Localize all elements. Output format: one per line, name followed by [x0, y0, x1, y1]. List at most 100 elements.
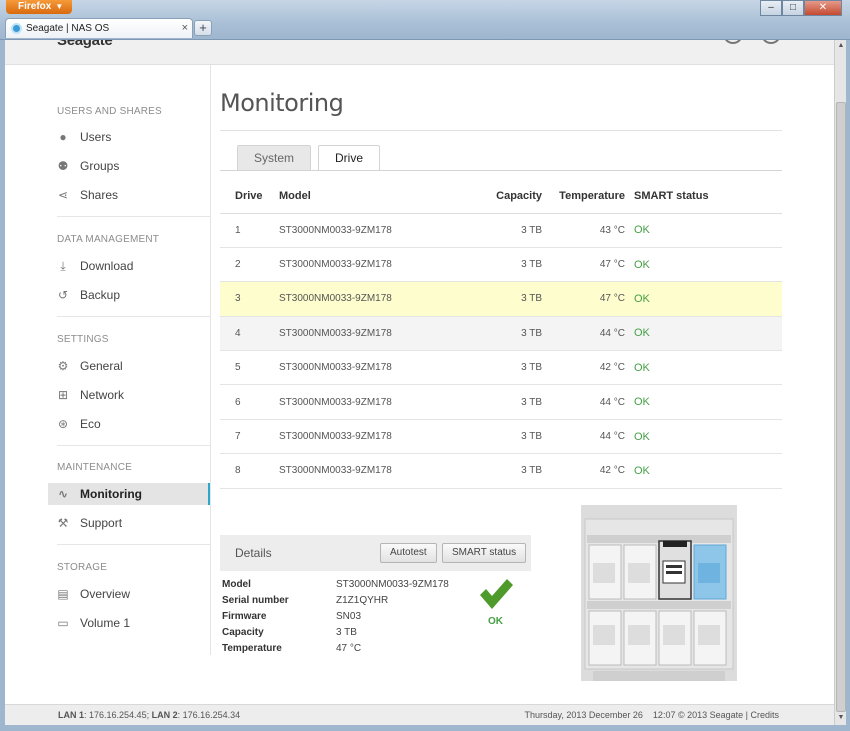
column-header-model[interactable]: Model [279, 180, 479, 214]
table-row[interactable]: 1 ST3000NM0033-9ZM178 3 TB 43 °C OK [220, 213, 782, 248]
detail-label-model: Model [222, 579, 251, 590]
volume-icon: ▭ [57, 616, 69, 630]
notifications-icon[interactable] [723, 40, 743, 44]
table-row[interactable]: 6 ST3000NM0033-9ZM178 3 TB 44 °C OK [220, 384, 782, 420]
sidebar-item-label: Shares [80, 188, 119, 202]
detail-value-model: ST3000NM0033-9ZM178 [336, 579, 449, 590]
footer-copyright[interactable]: © 2013 Seagate | Credits [678, 710, 779, 720]
table-row[interactable]: 2 ST3000NM0033-9ZM178 3 TB 47 °C OK [220, 247, 782, 283]
user-icon: ● [59, 130, 67, 144]
scrollbar-thumb[interactable] [836, 102, 846, 712]
cell-smart-status: OK [625, 213, 782, 248]
sidebar-item-label: General [80, 359, 123, 373]
sidebar-item-groups[interactable]: ⚉ Groups [48, 155, 210, 177]
cell-model: ST3000NM0033-9ZM178 [279, 350, 479, 386]
table-row[interactable]: 5 ST3000NM0033-9ZM178 3 TB 42 °C OK [220, 350, 782, 386]
cell-smart-status: OK [625, 384, 782, 420]
sidebar-item-volume-1[interactable]: ▭ Volume 1 [48, 612, 210, 634]
lan-info: LAN 1: 176.16.254.45; LAN 2: 176.16.254.… [58, 705, 240, 725]
sidebar-item-label: Monitoring [80, 487, 142, 501]
cell-temperature: 44 °C [542, 419, 625, 455]
table-row[interactable]: 7 ST3000NM0033-9ZM178 3 TB 44 °C OK [220, 419, 782, 455]
cell-drive: 4 [220, 316, 279, 352]
scroll-down-icon[interactable]: ▼ [836, 712, 846, 724]
new-tab-button[interactable]: + [194, 20, 212, 36]
minimize-button[interactable]: – [760, 0, 782, 16]
cell-smart-status: OK [625, 419, 782, 455]
sidebar-item-download[interactable]: ⤓ Download [48, 255, 210, 277]
firefox-menu-button[interactable]: Firefox ▼ [6, 0, 72, 14]
cell-drive: 5 [220, 350, 279, 386]
cell-smart-status: OK [625, 247, 782, 283]
backup-icon: ↺ [57, 288, 69, 302]
chevron-down-icon: ▼ [55, 2, 64, 11]
bay-drive-7 [658, 610, 692, 666]
cell-capacity: 3 TB [479, 247, 542, 283]
gear-icon: ⚙ [57, 359, 69, 373]
sidebar-item-label: Network [80, 388, 125, 402]
scroll-up-icon[interactable]: ▲ [836, 40, 846, 52]
sidebar-item-monitoring[interactable]: ∿ Monitoring [48, 483, 210, 505]
sidebar-section-users-and-shares: USERS AND SHARES [57, 106, 162, 117]
cell-drive: 7 [220, 419, 279, 455]
firefox-menu-label: Firefox [18, 1, 52, 12]
app-header: Seagate [5, 40, 834, 64]
cell-capacity: 3 TB [479, 316, 542, 352]
tabs-divider [220, 170, 782, 171]
sidebar-item-support[interactable]: ⚒ Support [48, 512, 210, 534]
detail-label-firmware: Firmware [222, 611, 267, 622]
bay-drive-5 [588, 610, 622, 666]
sidebar-item-backup[interactable]: ↺ Backup [48, 284, 210, 306]
detail-value-serial-number: Z1Z1QYHR [336, 595, 389, 606]
lan2-label: LAN 2 [151, 710, 178, 720]
page-viewport: Seagate USERS AND SHARES ● Users ⚉ Groups … [5, 40, 834, 725]
network-icon: ⊞ [57, 388, 69, 402]
tab-system[interactable]: System [237, 145, 312, 170]
column-header-capacity[interactable]: Capacity [479, 180, 542, 214]
close-window-button[interactable]: ✕ [804, 0, 842, 16]
autotest-button[interactable]: Autotest [380, 543, 437, 563]
share-icon: ⋖ [57, 188, 69, 202]
cell-capacity: 3 TB [479, 213, 542, 248]
sidebar-item-overview[interactable]: ▤ Overview [48, 583, 210, 605]
help-icon[interactable] [761, 40, 781, 44]
table-row[interactable]: 3 ST3000NM0033-9ZM178 3 TB 47 °C OK [220, 281, 782, 317]
browser-titlebar: Firefox ▼ – □ ✕ Seagate | NAS OS × + [0, 0, 850, 40]
cell-temperature: 42 °C [542, 350, 625, 386]
browser-tab[interactable]: Seagate | NAS OS × [5, 18, 193, 38]
column-header-drive[interactable]: Drive [220, 180, 279, 214]
cell-model: ST3000NM0033-9ZM178 [279, 453, 479, 489]
column-header-smart-status[interactable]: SMART status [625, 180, 782, 214]
sidebar-divider [57, 316, 210, 317]
checkmark-icon [480, 579, 513, 609]
detail-label-serial-number: Serial number [222, 595, 289, 606]
sidebar-section-storage: STORAGE [57, 562, 108, 573]
seagate-logo[interactable]: Seagate [57, 40, 113, 49]
group-icon: ⚉ [57, 159, 69, 173]
sidebar-item-eco[interactable]: ⊛ Eco [48, 413, 210, 435]
cell-model: ST3000NM0033-9ZM178 [279, 384, 479, 420]
tab-drive[interactable]: Drive [318, 145, 381, 171]
cell-temperature: 42 °C [542, 453, 625, 489]
cell-drive: 1 [220, 213, 279, 248]
tab-close-icon[interactable]: × [182, 19, 188, 38]
table-row[interactable]: 8 ST3000NM0033-9ZM178 3 TB 42 °C OK [220, 453, 782, 489]
sidebar-item-label: Users [80, 130, 112, 144]
cell-capacity: 3 TB [479, 453, 542, 489]
table-row[interactable]: 4 ST3000NM0033-9ZM178 3 TB 44 °C OK [220, 316, 782, 352]
sidebar-item-network[interactable]: ⊞ Network [48, 384, 210, 406]
vertical-scrollbar[interactable]: ▲ ▼ [834, 40, 846, 725]
sidebar-item-general[interactable]: ⚙ General [48, 355, 210, 377]
nas-device-image[interactable] [579, 505, 739, 685]
cell-smart-status: OK [625, 316, 782, 352]
eco-icon: ⊛ [57, 417, 69, 431]
drive-icon: ▤ [57, 587, 69, 601]
maximize-button[interactable]: □ [782, 0, 804, 16]
smart-status-button[interactable]: SMART status [442, 543, 527, 563]
sidebar-item-users[interactable]: ● Users [48, 126, 210, 148]
drives-table: Drive Model Capacity Temperature SMART s… [220, 180, 782, 489]
bay-drive-6 [623, 610, 657, 666]
sidebar-item-shares[interactable]: ⋖ Shares [48, 184, 210, 206]
column-header-temperature[interactable]: Temperature [542, 180, 625, 214]
cell-capacity: 3 TB [479, 281, 542, 317]
